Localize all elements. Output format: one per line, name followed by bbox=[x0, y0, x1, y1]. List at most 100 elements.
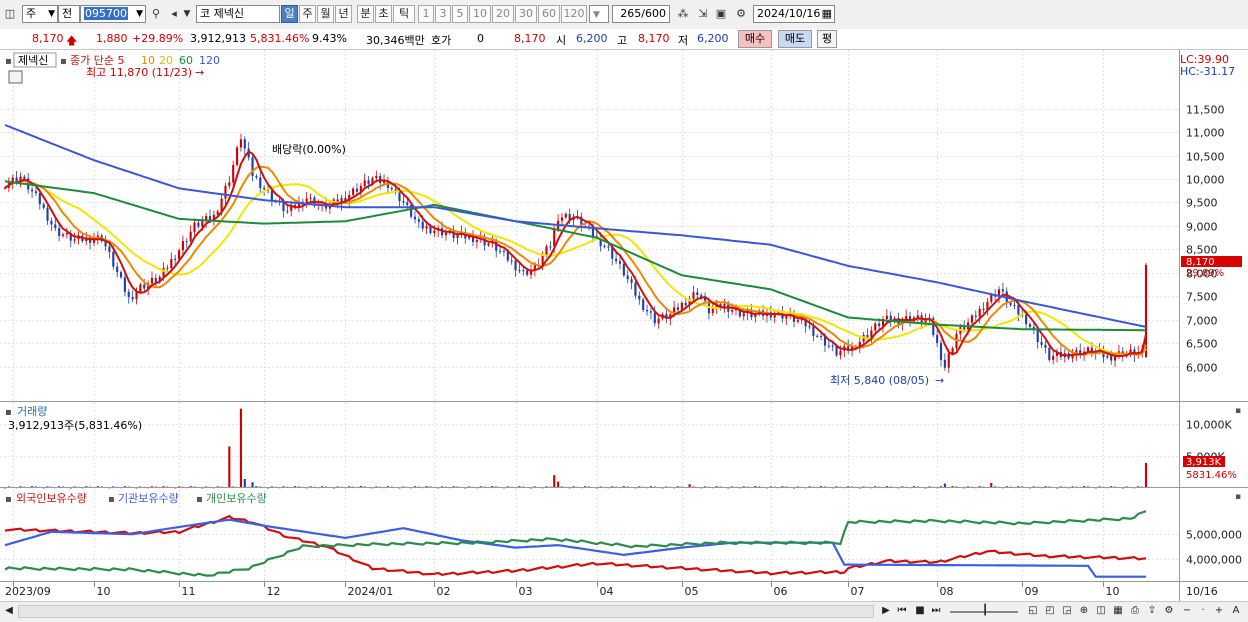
candle bbox=[236, 147, 239, 165]
scroll-left-icon[interactable]: ◀ bbox=[2, 604, 16, 618]
panel-close-icon[interactable]: ▪ bbox=[1235, 492, 1241, 502]
window-icon[interactable]: ◫ bbox=[3, 7, 17, 21]
candle bbox=[475, 239, 478, 242]
print-icon[interactable]: ⎙ bbox=[1128, 604, 1142, 618]
export-icon[interactable]: ⇪ bbox=[1145, 604, 1159, 618]
overlay-icon[interactable]: ◫ bbox=[1094, 604, 1108, 618]
period-minute-button[interactable]: 분 bbox=[357, 5, 374, 23]
rewind-icon[interactable]: ⏮ bbox=[895, 604, 909, 618]
minute-60-button[interactable]: 60 bbox=[538, 5, 560, 23]
zoom-reset-icon[interactable]: · bbox=[1196, 604, 1210, 618]
candle bbox=[363, 180, 366, 187]
candle bbox=[197, 222, 200, 227]
count-field[interactable]: 265/600 bbox=[612, 5, 670, 23]
table-icon[interactable] bbox=[8, 70, 23, 84]
date-tick-label: 10 bbox=[97, 585, 111, 598]
candle bbox=[878, 323, 881, 326]
minute-1-button[interactable]: 1 bbox=[418, 5, 434, 23]
period-week-button[interactable]: 주 bbox=[299, 5, 316, 23]
candle bbox=[522, 270, 525, 272]
period-year-button[interactable]: 년 bbox=[335, 5, 352, 23]
low-label: 저 bbox=[678, 34, 689, 47]
zoom-out-icon[interactable]: − bbox=[1180, 604, 1194, 618]
minute-120-button[interactable]: 120 bbox=[561, 5, 587, 23]
candle bbox=[61, 234, 65, 236]
candle bbox=[936, 335, 939, 343]
sound-icon[interactable]: ◂ bbox=[167, 7, 181, 21]
candle bbox=[73, 239, 76, 241]
minute-3-button[interactable]: 3 bbox=[435, 5, 451, 23]
last-volume-label: 3,913K bbox=[1186, 457, 1222, 468]
candle bbox=[421, 221, 424, 229]
chevron-down-icon[interactable]: ▼ bbox=[180, 7, 194, 21]
minute-10-button[interactable]: 10 bbox=[469, 5, 491, 23]
evaluation-button[interactable]: 평 bbox=[817, 30, 837, 48]
buy-button[interactable]: 매수 bbox=[738, 30, 772, 48]
bottom-toolbar: ◀ ▶ ⏮ ■ ⏭ ┃ ◱ ◰ ◲ ⊕ ◫ ▦ ⎙ ⇪ ⚙ − · + A bbox=[0, 601, 1248, 622]
candle bbox=[58, 228, 61, 236]
volume-bar bbox=[1144, 462, 1148, 488]
save-icon[interactable]: ▣ bbox=[714, 7, 728, 21]
trade-amount: 30,346백만 bbox=[366, 34, 425, 47]
volume-subtitle: 3,912,913주(5,831.46%) bbox=[8, 419, 142, 432]
candle bbox=[812, 326, 815, 336]
horizontal-scrollbar[interactable] bbox=[18, 605, 874, 618]
price-change: 1,880 bbox=[96, 32, 128, 45]
panel-close-icon[interactable]: ▪ bbox=[1235, 406, 1241, 416]
minute-30-button[interactable]: 30 bbox=[515, 5, 537, 23]
candle bbox=[680, 302, 683, 310]
candle bbox=[162, 267, 165, 277]
candle bbox=[1028, 324, 1032, 327]
stock-chart[interactable]: ▪ 제넥신 ▪ 종가 단순 5 10 20 60 120 LC:39.90 HC… bbox=[0, 50, 1248, 601]
minute-5-button[interactable]: 5 bbox=[452, 5, 468, 23]
candle bbox=[208, 216, 212, 221]
gear-icon[interactable]: ⚙ bbox=[734, 7, 748, 21]
period-second-button[interactable]: 초 bbox=[375, 5, 392, 23]
stock-name-field[interactable]: 코 제넥신 bbox=[196, 5, 280, 23]
panel-collapse-icon[interactable]: ▪ bbox=[5, 56, 12, 67]
zoom-slider-handle-icon[interactable]: ┃ bbox=[978, 604, 992, 618]
pattern-icon[interactable]: ⇲ bbox=[696, 7, 710, 21]
candle bbox=[820, 335, 823, 337]
chart-tools-icon[interactable]: ⁂ bbox=[676, 7, 690, 21]
sell-button[interactable]: 매도 bbox=[778, 30, 812, 48]
custom-period-select[interactable]: ▼ bbox=[589, 5, 609, 23]
settings-icon[interactable]: ⚙ bbox=[1162, 604, 1176, 618]
crosshair-icon[interactable]: ⊕ bbox=[1077, 604, 1091, 618]
scroll-right-icon[interactable]: ▶ bbox=[879, 604, 893, 618]
minute-20-button[interactable]: 20 bbox=[492, 5, 514, 23]
low-price: 6,200 bbox=[697, 32, 729, 45]
stop-icon[interactable]: ■ bbox=[913, 604, 927, 618]
candle bbox=[526, 270, 529, 275]
chart-copy-icon[interactable]: ◰ bbox=[1043, 604, 1057, 618]
candle bbox=[31, 189, 34, 192]
auto-scale-icon[interactable]: A bbox=[1229, 604, 1243, 618]
candle bbox=[638, 295, 641, 300]
chart-layout-icon[interactable]: ◱ bbox=[1026, 604, 1040, 618]
chevron-down-icon: ▼ bbox=[48, 9, 55, 19]
date-field[interactable]: 2024/10/16 ▦ bbox=[753, 5, 835, 23]
zoom-in-icon[interactable]: + bbox=[1212, 604, 1226, 618]
fast-forward-icon[interactable]: ⏭ bbox=[929, 604, 943, 618]
price-tick-label: 7,500 bbox=[1186, 291, 1218, 304]
date-tick-label: 04 bbox=[600, 585, 614, 598]
chart-split-icon[interactable]: ◲ bbox=[1060, 604, 1074, 618]
candle bbox=[816, 335, 819, 337]
candle bbox=[50, 220, 53, 225]
candle bbox=[499, 250, 502, 252]
period-tick-button[interactable]: 틱 bbox=[393, 5, 415, 23]
legend-individual: 개인보유수량 bbox=[206, 492, 267, 505]
date-tick-label: 2024/01 bbox=[348, 585, 394, 598]
turnover-rate: 9.43% bbox=[312, 32, 347, 45]
mode-select[interactable]: 주 ▼ bbox=[22, 5, 58, 23]
period-month-button[interactable]: 월 bbox=[317, 5, 334, 23]
volume-bar bbox=[239, 408, 242, 488]
grid-view-icon[interactable]: ▦ bbox=[1111, 604, 1125, 618]
period-day-button[interactable]: 일 bbox=[281, 5, 298, 23]
candle bbox=[154, 277, 157, 283]
legend-bullet-icon: ▪ bbox=[108, 494, 115, 505]
code-input[interactable]: 095700 ▼ bbox=[80, 5, 146, 23]
type-button[interactable]: 전 bbox=[58, 5, 80, 23]
date-tick-label: 09 bbox=[1025, 585, 1039, 598]
search-icon[interactable]: ⚲ bbox=[149, 7, 163, 21]
